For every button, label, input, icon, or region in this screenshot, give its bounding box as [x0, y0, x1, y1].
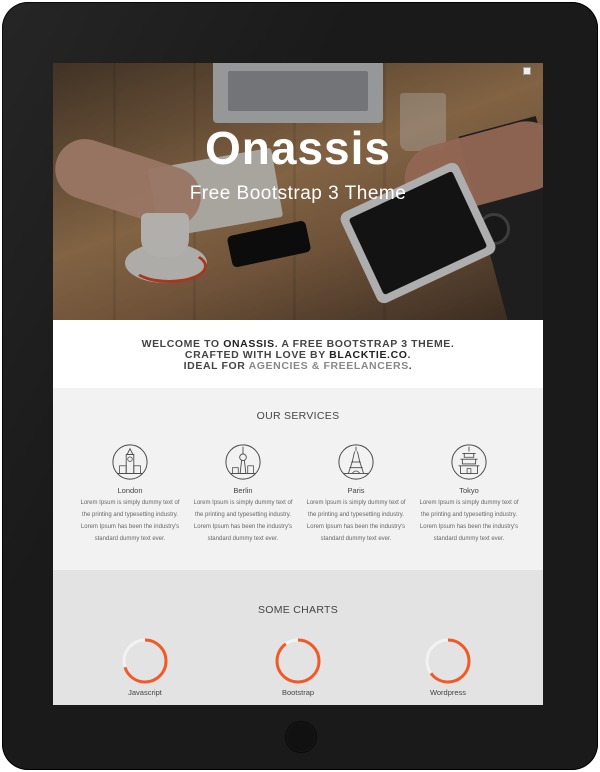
- service-description: Lorem Ipsum is simply dummy text of the …: [295, 497, 417, 545]
- chart-javascript: Javascript: [105, 637, 185, 697]
- tablet-screen: Onassis Free Bootstrap 3 Theme WELCOME T…: [53, 63, 543, 705]
- home-button[interactable]: [285, 721, 317, 753]
- menu-toggle-button[interactable]: [523, 67, 531, 75]
- service-name: Paris: [347, 486, 365, 495]
- donut-arc: [275, 638, 321, 684]
- big-ben-icon: [112, 444, 148, 480]
- hero-title: Onassis: [205, 122, 391, 174]
- service-description: Lorem Ipsum is simply dummy text of the …: [182, 497, 304, 545]
- tablet-device: Onassis Free Bootstrap 3 Theme WELCOME T…: [0, 0, 600, 772]
- hero-subtitle: Free Bootstrap 3 Theme: [189, 183, 407, 204]
- chart-label: Javascript: [128, 688, 162, 697]
- services-title: OUR SERVICES: [256, 410, 340, 422]
- service-desc-line: standard dummy text ever.: [94, 536, 166, 542]
- service-desc-line: Lorem Ipsum has been the industry's: [80, 524, 180, 530]
- service-desc-line: standard dummy text ever.: [433, 536, 505, 542]
- service-desc-line: the printing and typesetting industry.: [195, 512, 291, 518]
- service-name: Tokyo: [459, 486, 479, 495]
- welcome-section: WELCOME TO ONASSIS. A FREE BOOTSTRAP 3 T…: [53, 320, 543, 388]
- service-desc-line: the printing and typesetting industry.: [308, 512, 404, 518]
- service-desc-line: standard dummy text ever.: [207, 536, 279, 542]
- donut-chart: [425, 638, 471, 684]
- service-name: London: [117, 486, 143, 495]
- chart-label: Wordpress: [429, 688, 467, 697]
- service-desc-line: the printing and typesetting industry.: [421, 512, 517, 518]
- service-desc-line: Lorem Ipsum is simply dummy text of: [419, 500, 519, 506]
- service-tokyo: Tokyo Lorem Ipsum is simply dummy text o…: [408, 443, 530, 545]
- service-desc-line: Lorem Ipsum has been the industry's: [306, 524, 406, 530]
- service-desc-line: Lorem Ipsum has been the industry's: [193, 524, 293, 530]
- welcome-text: IDEAL FOR: [183, 360, 249, 372]
- service-desc-line: Lorem Ipsum is simply dummy text of: [306, 500, 406, 506]
- service-desc-line: Lorem Ipsum is simply dummy text of: [193, 500, 293, 506]
- donut-chart: [275, 638, 321, 684]
- audience-text: AGENCIES & FREELANCERS: [248, 360, 409, 372]
- service-description: Lorem Ipsum is simply dummy text of the …: [408, 497, 530, 545]
- tv-tower-icon: [225, 444, 261, 480]
- charts-title: SOME CHARTS: [257, 604, 339, 616]
- service-paris: Paris Lorem Ipsum is simply dummy text o…: [295, 443, 417, 545]
- hero-section: Onassis Free Bootstrap 3 Theme: [53, 63, 543, 320]
- service-berlin: Berlin Lorem Ipsum is simply dummy text …: [182, 443, 304, 545]
- welcome-line-3: IDEAL FOR AGENCIES & FREELANCERS.: [53, 361, 543, 372]
- service-desc-line: Lorem Ipsum has been the industry's: [419, 524, 519, 530]
- service-desc-line: Lorem Ipsum is simply dummy text of: [80, 500, 180, 506]
- welcome-text: .: [408, 360, 413, 372]
- service-london: London Lorem Ipsum is simply dummy text …: [69, 443, 191, 545]
- chart-label: Bootstrap: [281, 688, 315, 697]
- services-section: OUR SERVICES London Lorem Ipsum is simpl…: [53, 388, 543, 570]
- eiffel-tower-icon: [338, 444, 374, 480]
- chart-bootstrap: Bootstrap: [258, 637, 338, 697]
- pagoda-icon: [451, 444, 487, 480]
- donut-chart: [122, 638, 168, 684]
- service-desc-line: standard dummy text ever.: [320, 536, 392, 542]
- chart-wordpress: Wordpress: [408, 637, 488, 697]
- service-description: Lorem Ipsum is simply dummy text of the …: [69, 497, 191, 545]
- charts-section: SOME CHARTS Javascript Bootstrap Wordpre…: [53, 570, 543, 705]
- service-name: Berlin: [233, 486, 253, 495]
- service-desc-line: the printing and typesetting industry.: [82, 512, 178, 518]
